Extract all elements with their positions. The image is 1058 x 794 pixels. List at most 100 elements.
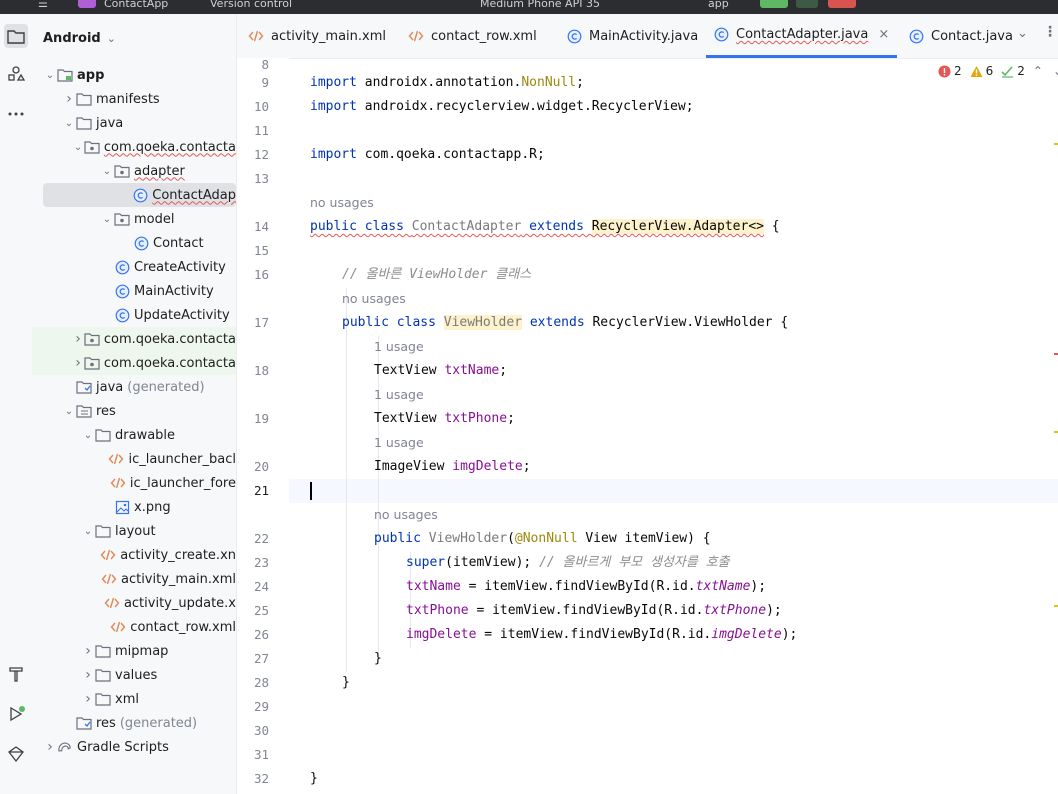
- tree-item[interactable]: activity_update.x: [32, 591, 236, 615]
- line-number[interactable]: 8: [237, 57, 269, 72]
- code-line-18[interactable]: TextView txtName;: [374, 359, 507, 383]
- usage-hint[interactable]: 1 usage: [374, 431, 424, 455]
- next-highlight-icon[interactable]: ⌄: [1053, 64, 1058, 78]
- run-tool-icon[interactable]: [4, 702, 28, 726]
- line-number[interactable]: 27: [237, 651, 269, 666]
- scrollbar-warning-marker[interactable]: [1054, 431, 1058, 433]
- line-number[interactable]: 19: [237, 411, 269, 426]
- tree-item[interactable]: ⌄ app: [32, 63, 236, 87]
- tree-item[interactable]: ⌄ com.qoeka.contacta: [32, 135, 236, 159]
- code-line-12[interactable]: import com.qoeka.contactapp.R;: [310, 143, 545, 167]
- line-number[interactable]: 32: [237, 771, 269, 786]
- code-line-24[interactable]: txtName = itemView.findViewById(R.id.txt…: [406, 575, 766, 599]
- tree-item[interactable]: ⌄ java: [32, 111, 236, 135]
- tree-item[interactable]: ic_launcher_bacl: [32, 447, 236, 471]
- run-config-selector[interactable]: app: [708, 0, 729, 10]
- line-number[interactable]: 15: [237, 243, 269, 258]
- editor-tab[interactable]: MainActivity.java: [567, 14, 698, 58]
- line-number[interactable]: 16: [237, 267, 269, 282]
- tree-item[interactable]: › com.qoeka.contacta: [32, 351, 236, 375]
- line-number[interactable]: 25: [237, 603, 269, 618]
- tree-item[interactable]: › xml: [32, 687, 236, 711]
- project-avatar[interactable]: [78, 0, 96, 8]
- tree-item[interactable]: activity_create.xn: [32, 543, 236, 567]
- chevron-down-icon[interactable]: ⌄: [100, 166, 114, 177]
- line-number[interactable]: 28: [237, 675, 269, 690]
- editor-tab[interactable]: contact_row.xml: [408, 14, 537, 58]
- chevron-right-icon[interactable]: ›: [72, 355, 84, 371]
- tab-list-chevron-icon[interactable]: ⌄: [1017, 26, 1028, 41]
- project-tool-icon[interactable]: [4, 24, 28, 48]
- chevron-down-icon[interactable]: ⌄: [72, 142, 84, 153]
- line-number[interactable]: 10: [237, 99, 269, 114]
- inspection-widget[interactable]: 2 6 2 ⌃ ⌄: [938, 62, 1058, 80]
- tree-item[interactable]: MainActivity: [32, 279, 236, 303]
- chevron-right-icon[interactable]: ›: [62, 91, 76, 107]
- chevron-down-icon[interactable]: ⌄: [81, 430, 95, 441]
- line-number[interactable]: 31: [237, 747, 269, 762]
- tree-item[interactable]: ContactAdap: [43, 183, 236, 207]
- debug-button[interactable]: [796, 0, 818, 8]
- gemini-diamond-icon[interactable]: [4, 742, 28, 766]
- tree-item[interactable]: java (generated): [32, 375, 236, 399]
- previous-highlight-icon[interactable]: ⌃: [1033, 64, 1043, 78]
- more-tabs-icon[interactable]: ⋮: [1043, 24, 1057, 40]
- code-line-19[interactable]: TextView txtPhone;: [374, 407, 515, 431]
- tree-item[interactable]: ic_launcher_fore: [32, 471, 236, 495]
- tree-item[interactable]: activity_main.xml: [32, 567, 236, 591]
- chevron-down-icon[interactable]: ⌄: [81, 526, 95, 537]
- scrollbar-error-marker[interactable]: [1054, 353, 1058, 355]
- more-tools-icon[interactable]: [4, 102, 28, 126]
- project-name[interactable]: ContactApp: [104, 0, 168, 10]
- tree-item[interactable]: CreateActivity: [32, 255, 236, 279]
- line-number[interactable]: 14: [237, 219, 269, 234]
- tree-item[interactable]: res (generated): [32, 711, 236, 735]
- line-number[interactable]: 9: [237, 75, 269, 90]
- line-number[interactable]: 30: [237, 723, 269, 738]
- chevron-right-icon[interactable]: ›: [43, 739, 57, 755]
- chevron-right-icon[interactable]: ›: [81, 667, 95, 683]
- project-view-selector[interactable]: Android ⌄: [32, 26, 116, 50]
- chevron-down-icon[interactable]: ⌄: [62, 118, 76, 129]
- editor-tab[interactable]: activity_main.xml: [248, 14, 386, 58]
- tree-item[interactable]: contact_row.xml: [32, 615, 236, 639]
- scrollbar-warning-marker[interactable]: [1054, 143, 1058, 145]
- code-line-32[interactable]: }: [310, 767, 318, 791]
- chevron-right-icon[interactable]: ›: [72, 331, 84, 347]
- error-count[interactable]: 2: [938, 64, 962, 78]
- tree-item[interactable]: › mipmap: [32, 639, 236, 663]
- vcs-widget[interactable]: Version control: [210, 0, 292, 10]
- weak-warning-count[interactable]: 2: [1001, 64, 1025, 78]
- editor-tab[interactable]: ContactAdapter.java ×: [706, 14, 898, 58]
- usage-hint[interactable]: no usages: [310, 191, 374, 215]
- tree-item[interactable]: › manifests: [32, 87, 236, 111]
- stop-button[interactable]: [828, 0, 856, 8]
- code-line-9[interactable]: import androidx.annotation.NonNull;: [310, 71, 584, 95]
- line-number[interactable]: 22: [237, 531, 269, 546]
- close-tab-icon[interactable]: ×: [878, 27, 889, 42]
- code-line-28[interactable]: }: [342, 671, 350, 695]
- code-line-25[interactable]: txtPhone = itemView.findViewById(R.id.tx…: [406, 599, 782, 623]
- line-number[interactable]: 29: [237, 699, 269, 714]
- resource-manager-icon[interactable]: [4, 62, 28, 86]
- usage-hint[interactable]: no usages: [342, 287, 406, 311]
- line-number[interactable]: 26: [237, 627, 269, 642]
- code-line-17[interactable]: public class ViewHolder extends Recycler…: [342, 311, 788, 335]
- line-number[interactable]: 17: [237, 315, 269, 330]
- code-line-27[interactable]: }: [374, 647, 382, 671]
- main-menu-icon[interactable]: ☰: [38, 0, 48, 10]
- line-number[interactable]: 13: [237, 171, 269, 186]
- tree-item[interactable]: UpdateActivity: [32, 303, 236, 327]
- warning-count[interactable]: 6: [970, 64, 993, 78]
- tree-item[interactable]: ⌄ layout: [32, 519, 236, 543]
- tree-item[interactable]: ⌄ model: [32, 207, 236, 231]
- code-line-22[interactable]: public ViewHolder(@NonNull View itemView…: [374, 527, 711, 551]
- line-number[interactable]: 23: [237, 555, 269, 570]
- code-line-20[interactable]: ImageView imgDelete;: [374, 455, 531, 479]
- code-line-14[interactable]: public class ContactAdapter extends Recy…: [310, 215, 780, 239]
- chevron-down-icon[interactable]: ⌄: [100, 214, 114, 225]
- tree-item[interactable]: › values: [32, 663, 236, 687]
- code-line-26[interactable]: imgDelete = itemView.findViewById(R.id.i…: [406, 623, 797, 647]
- code-line-10[interactable]: import androidx.recyclerview.widget.Recy…: [310, 95, 694, 119]
- chevron-down-icon[interactable]: ⌄: [62, 406, 76, 417]
